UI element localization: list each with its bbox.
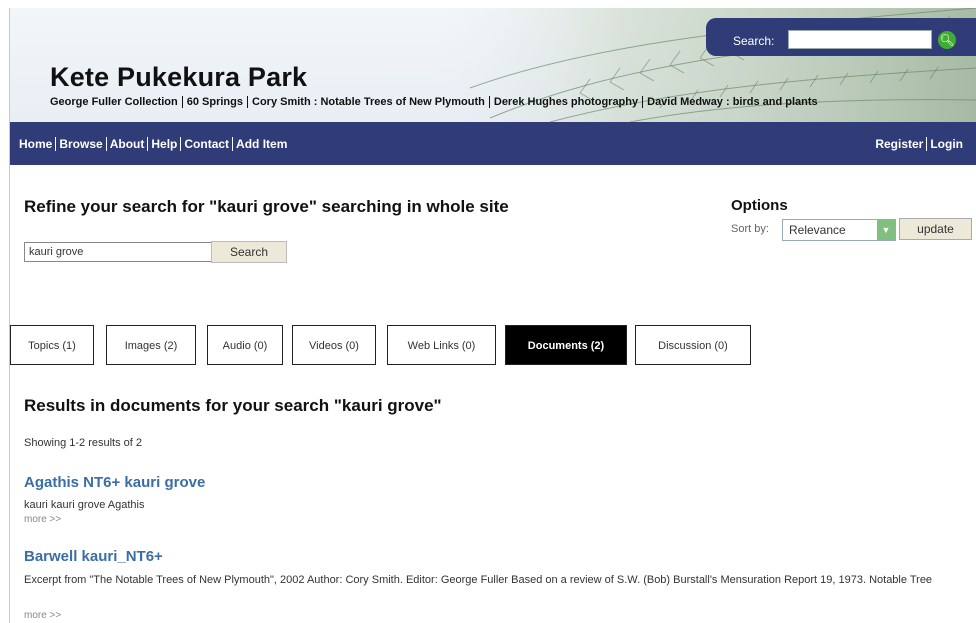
nav-contact[interactable]: Contact	[181, 137, 234, 151]
tab-documents[interactable]: Documents (2)	[505, 325, 627, 365]
result-desc-1: kauri kauri grove Agathis	[24, 499, 145, 511]
nav-about[interactable]: About	[106, 137, 149, 151]
update-button[interactable]: update	[899, 218, 972, 240]
nav-browse[interactable]: Browse	[56, 137, 107, 151]
results-count: Showing 1-2 results of 2	[24, 437, 143, 449]
nav-add-item[interactable]: Add Item	[233, 137, 290, 151]
refine-search-button[interactable]: Search	[211, 241, 287, 263]
result-desc-2: Excerpt from "The Notable Trees of New P…	[24, 574, 933, 586]
collection-link-60-springs[interactable]: 60 Springs	[182, 96, 248, 108]
sort-by-label: Sort by:	[731, 223, 769, 235]
window-top-edge	[0, 0, 976, 8]
collection-link-derek-hughes[interactable]: Derek Hughes photography	[489, 96, 644, 108]
nav-home[interactable]: Home	[16, 137, 57, 151]
search-go-icon[interactable]: 🔍︎	[938, 31, 956, 49]
tab-audio[interactable]: Audio (0)	[207, 325, 283, 365]
options-title: Options	[731, 197, 788, 214]
sort-by-select[interactable]: Relevance ▼	[782, 219, 896, 241]
sort-selected-value: Relevance	[789, 223, 846, 237]
chevron-down-icon[interactable]: ▼	[877, 220, 895, 240]
search-label: Search:	[733, 34, 775, 48]
results-title: Results in documents for your search "ka…	[24, 396, 442, 415]
nav-account-links: Register Login	[872, 137, 966, 151]
nav-register[interactable]: Register	[872, 137, 928, 151]
left-margin	[0, 8, 10, 623]
refine-search-title: Refine your search for "kauri grove" sea…	[24, 197, 509, 216]
site-title[interactable]: Kete Pukekura Park	[50, 62, 307, 93]
header-search: Search: 🔍︎	[706, 18, 976, 56]
tab-images[interactable]: Images (2)	[106, 325, 196, 365]
header-search-input[interactable]	[788, 30, 932, 49]
tab-videos[interactable]: Videos (0)	[292, 325, 376, 365]
site-header: Search: 🔍︎ Kete Pukekura Park George Ful…	[10, 8, 976, 122]
result-title-2[interactable]: Barwell kauri_NT6+	[24, 548, 163, 565]
collection-links: George Fuller Collection 60 Springs Cory S…	[50, 96, 822, 108]
tab-discussion[interactable]: Discussion (0)	[635, 325, 751, 365]
result-more-link-1[interactable]: more >>	[24, 514, 61, 525]
nav-login[interactable]: Login	[927, 137, 966, 151]
collection-link-cory-smith[interactable]: Cory Smith : Notable Trees of New Plymou…	[248, 96, 490, 108]
result-title-1[interactable]: Agathis NT6+ kauri grove	[24, 474, 205, 491]
tab-topics[interactable]: Topics (1)	[10, 325, 94, 365]
result-more-link-2[interactable]: more >>	[24, 610, 61, 621]
main-nav: Home Browse About Help Contact Add Item Regis…	[10, 122, 976, 165]
collection-link-george-fuller[interactable]: George Fuller Collection	[50, 96, 183, 108]
refine-search-input[interactable]	[24, 242, 214, 262]
collection-link-david-medway[interactable]: David Medway : birds and plants	[643, 96, 822, 108]
nav-left-links: Home Browse About Help Contact Add Item	[16, 137, 290, 151]
tab-web-links[interactable]: Web Links (0)	[387, 325, 496, 365]
nav-help[interactable]: Help	[148, 137, 182, 151]
